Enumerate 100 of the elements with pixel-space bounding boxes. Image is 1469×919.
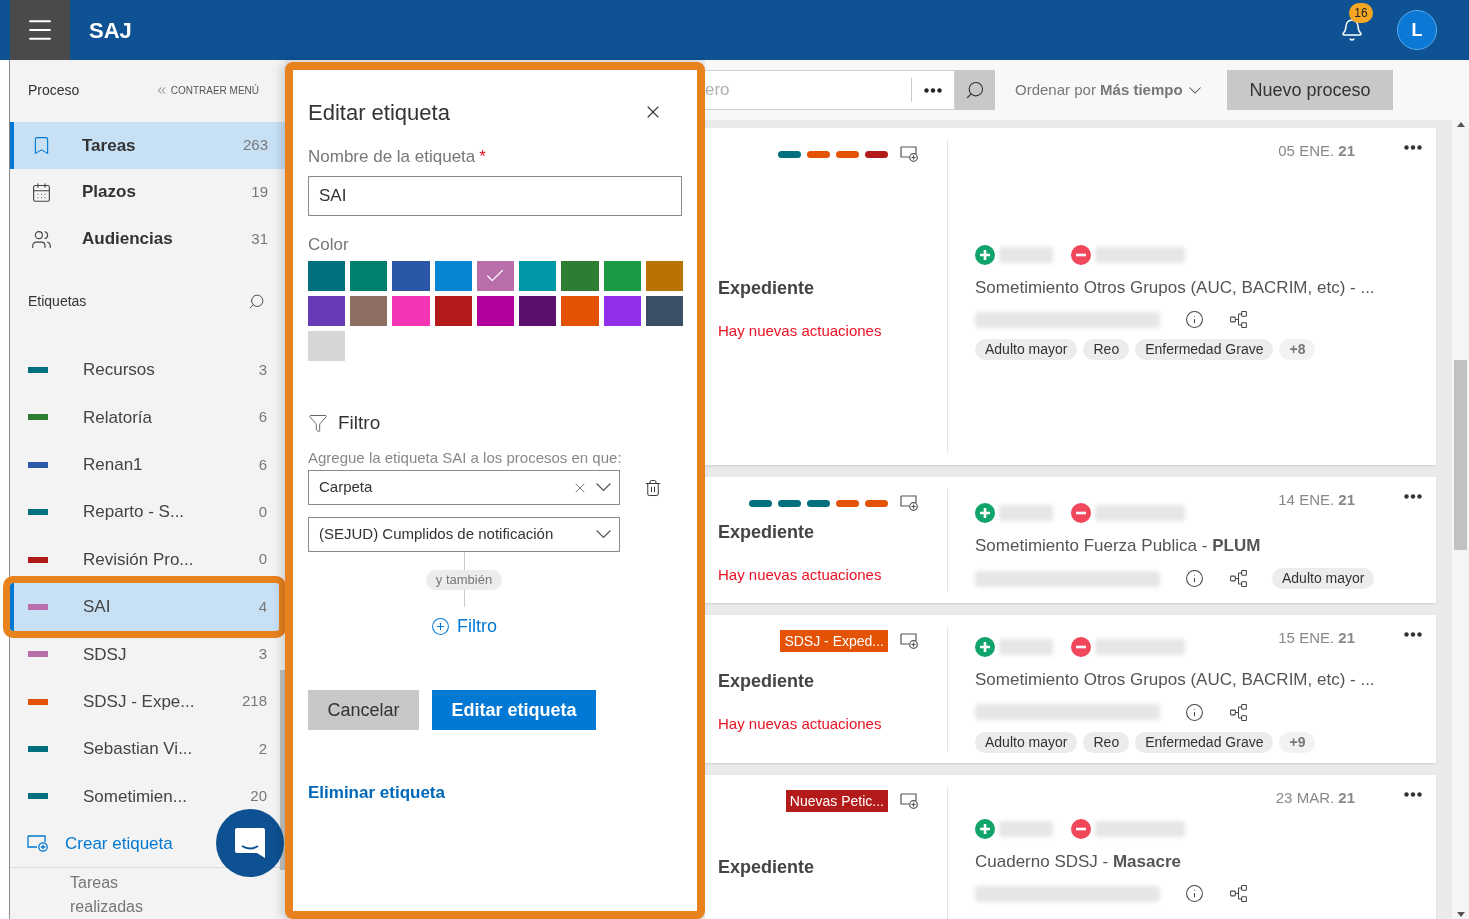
user-avatar[interactable]: L <box>1397 10 1437 50</box>
submit-button[interactable]: Editar etiqueta <box>432 690 596 730</box>
search-input[interactable]: ero <box>705 77 911 103</box>
add-label-icon[interactable] <box>900 495 919 511</box>
filter-hint: Agregue la etiqueta SAI a los procesos en que: <box>308 447 623 468</box>
hierarchy-icon[interactable] <box>1229 884 1248 904</box>
menu-button[interactable] <box>10 0 70 60</box>
nav-item[interactable]: Plazos 19 <box>10 168 285 216</box>
delete-label-link[interactable]: Eliminar etiqueta <box>308 780 445 806</box>
color-swatch[interactable] <box>603 296 641 326</box>
color-swatch[interactable] <box>392 296 430 326</box>
label-item[interactable]: Recursos 3 <box>10 346 279 394</box>
color-swatch[interactable] <box>308 331 346 361</box>
process-title[interactable]: Sometimiento Otros Grupos (AUC, BACRIM, etc) - ... <box>975 667 1436 693</box>
color-swatch[interactable] <box>308 261 346 291</box>
add-party-icon[interactable] <box>975 244 995 265</box>
collapse-menu-button[interactable]: CONTRAER MENÚ <box>154 83 259 99</box>
more-tags-count[interactable]: +8 <box>1279 339 1316 361</box>
label-item[interactable]: Revisión Pro... 0 <box>10 535 279 584</box>
label-item[interactable]: Sebastian Vi... 2 <box>10 725 279 773</box>
process-title[interactable]: Sometimiento Fuerza Publica - PLUM <box>975 532 1436 559</box>
label-item[interactable]: Sometimien... 20 <box>10 772 279 821</box>
dropdown-value: Carpeta <box>319 477 374 498</box>
label-item[interactable]: Renan1 6 <box>10 441 279 489</box>
search-field[interactable]: ero <box>705 70 955 110</box>
new-activity-notice[interactable]: Hay nuevas actuaciones <box>718 563 919 587</box>
new-process-button[interactable]: Nuevo proceso <box>1227 70 1393 110</box>
add-party-icon[interactable] <box>975 637 995 658</box>
remove-party-icon[interactable] <box>1071 637 1091 658</box>
filter-dropdown[interactable]: Carpeta <box>308 470 620 505</box>
process-title[interactable]: Sometimiento Otros Grupos (AUC, BACRIM, etc) - ... <box>975 274 1436 301</box>
process-title[interactable]: Cuaderno SDSJ - Masacre <box>975 848 1436 875</box>
label-item[interactable]: Reparto - S... 0 <box>10 488 279 536</box>
color-swatch[interactable] <box>392 261 430 291</box>
scrollbar[interactable] <box>1452 120 1469 919</box>
label-tag[interactable]: SDSJ - Exped... <box>780 630 888 652</box>
label-item[interactable]: SDSJ - Expe... 218 <box>10 678 279 726</box>
label-item[interactable]: Relatoría 6 <box>10 393 279 442</box>
info-icon[interactable] <box>1185 310 1204 330</box>
scrollbar-thumb[interactable] <box>280 670 285 870</box>
labels-title: Etiquetas <box>28 291 87 311</box>
color-swatch[interactable] <box>476 296 515 326</box>
process-card[interactable]: Nuevas Petic... Expediente 23 MAR. 21 Cuaderno SDSJ - Masacre <box>705 775 1436 919</box>
color-swatch[interactable] <box>350 296 388 326</box>
scrollbar-thumb[interactable] <box>1454 360 1467 550</box>
remove-party-icon[interactable] <box>1071 502 1091 523</box>
label-item[interactable]: SDSJ 3 <box>10 630 279 678</box>
more-icon[interactable] <box>1404 145 1422 150</box>
color-swatch[interactable] <box>561 261 599 291</box>
color-swatch[interactable] <box>434 261 472 291</box>
process-card[interactable]: Expediente Hay nuevas actuaciones 14 ENE. 21 Sometimiento Fuerza Publica - PLUM Adulto mayor <box>705 477 1436 603</box>
trash-icon[interactable] <box>644 478 662 497</box>
new-activity-notice[interactable]: Hay nuevas actuaciones <box>718 712 919 736</box>
add-label-icon[interactable] <box>900 633 919 649</box>
color-swatch[interactable] <box>476 261 515 291</box>
remove-party-icon[interactable] <box>1071 818 1091 839</box>
color-swatch[interactable] <box>645 296 683 326</box>
process-card[interactable]: SDSJ - Exped... Expediente Hay nuevas actuaciones 15 ENE. 21 Sometimiento Otros Grupos (AUC, BACRIM, etc) - ... Adulto mayor Reo Enfermedad Grave +9 <box>705 615 1436 763</box>
color-swatch[interactable] <box>603 261 641 291</box>
color-swatch[interactable] <box>561 296 599 326</box>
scroll-up-icon[interactable] <box>1456 122 1465 127</box>
hierarchy-icon[interactable] <box>1229 569 1248 589</box>
more-icon[interactable] <box>1404 494 1422 499</box>
filter-dropdown[interactable]: (SEJUD) Cumplidos de notificación <box>308 517 620 552</box>
nav-item[interactable]: Audiencias 31 <box>10 215 285 263</box>
search-button[interactable] <box>955 70 995 110</box>
label-count: 4 <box>258 596 267 617</box>
more-tags-count[interactable]: +9 <box>1279 731 1316 753</box>
color-swatch[interactable] <box>350 261 388 291</box>
info-icon[interactable] <box>1185 569 1204 589</box>
sort-dropdown[interactable]: Ordenar por Más tiempo <box>1015 78 1201 102</box>
add-party-icon[interactable] <box>975 818 995 839</box>
label-name: SAI <box>83 596 112 619</box>
color-swatch[interactable] <box>434 296 472 326</box>
color-swatch[interactable] <box>645 261 683 291</box>
cancel-button[interactable]: Cancelar <box>308 690 419 730</box>
completed-tasks-link[interactable]: Tareas realizadas <box>70 871 150 919</box>
info-icon[interactable] <box>1185 702 1204 722</box>
more-icon[interactable] <box>1404 632 1422 637</box>
add-party-icon[interactable] <box>975 502 995 523</box>
remove-party-icon[interactable] <box>1071 244 1091 265</box>
color-swatch[interactable] <box>519 261 557 291</box>
color-swatch[interactable] <box>308 296 346 326</box>
search-icon[interactable] <box>248 292 265 310</box>
add-label-icon[interactable] <box>900 793 919 809</box>
folder-label: Expediente <box>718 520 816 544</box>
more-icon[interactable] <box>1404 792 1422 797</box>
add-filter-button[interactable]: Filtro <box>431 613 497 640</box>
label-tag[interactable]: Nuevas Petic... <box>785 790 888 812</box>
nav-item[interactable]: Tareas 263 <box>10 121 285 169</box>
label-name-input[interactable]: SAI <box>308 175 682 216</box>
create-label-link[interactable]: Crear etiqueta <box>27 820 173 867</box>
add-label-icon[interactable] <box>900 146 919 162</box>
color-swatch[interactable] <box>519 296 557 326</box>
scroll-down-icon[interactable] <box>1456 912 1465 917</box>
process-card[interactable]: Expediente Hay nuevas actuaciones 05 ENE. 21 Sometimiento Otros Grupos (AUC, BACRIM, etc) - ... Adulto mayor Reo Enfermedad Grave +8 <box>705 128 1436 465</box>
info-icon[interactable] <box>1185 884 1204 904</box>
hierarchy-icon[interactable] <box>1229 702 1248 722</box>
new-activity-notice[interactable]: Hay nuevas actuaciones <box>718 320 919 343</box>
hierarchy-icon[interactable] <box>1229 310 1248 330</box>
